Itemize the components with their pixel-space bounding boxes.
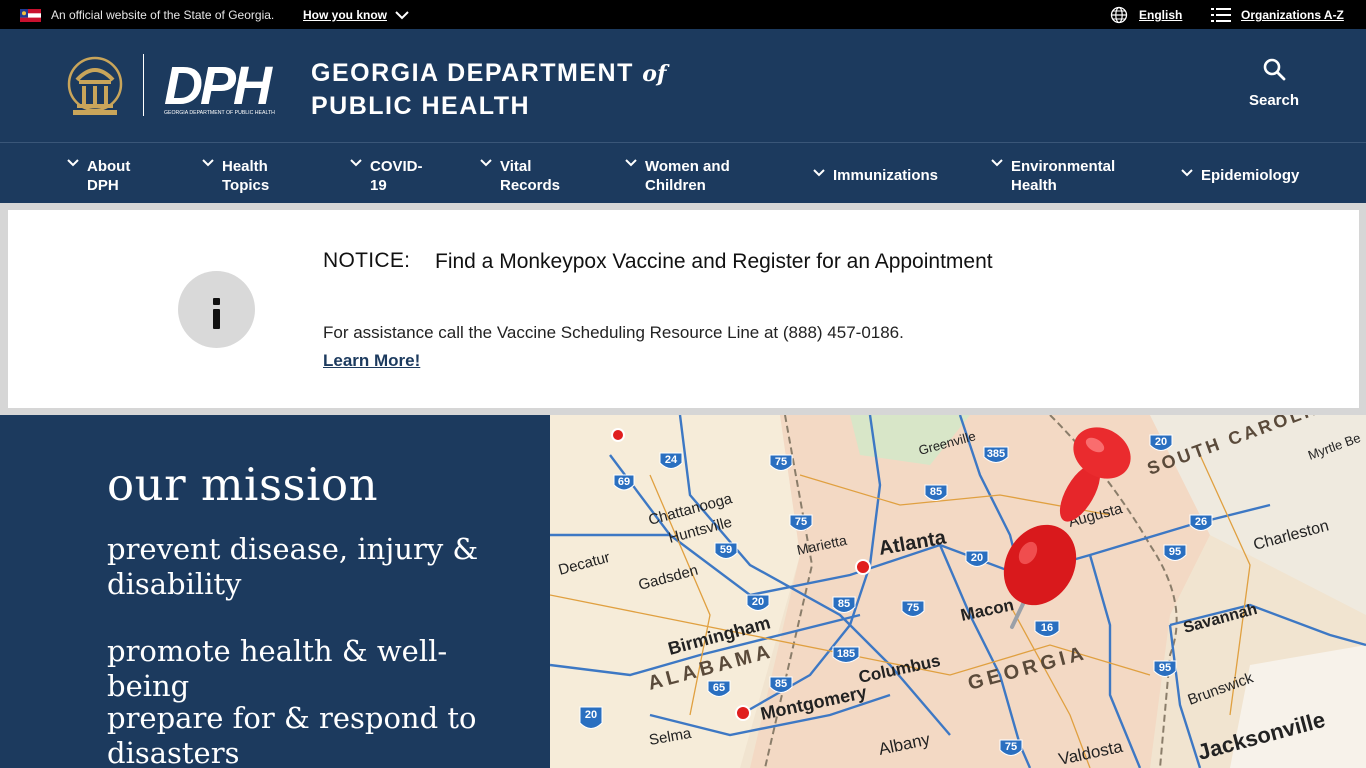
georgia-seal-logo[interactable] <box>67 54 123 116</box>
nav-label: Topics <box>222 177 270 194</box>
official-site-text: An official website of the State of Geor… <box>51 8 275 22</box>
title-line-2: PUBLIC HEALTH <box>311 92 531 120</box>
logo-divider <box>143 54 144 116</box>
site-header: DPH GEORGIA DEPARTMENT OF PUBLIC HEALTH … <box>0 29 1366 143</box>
nav-label: About <box>87 158 131 175</box>
globe-icon <box>1110 6 1128 24</box>
nav-about-dph[interactable]: About DPH <box>66 155 156 195</box>
language-selector[interactable]: English <box>1139 8 1182 22</box>
official-banner: An official website of the State of Geor… <box>0 0 1366 29</box>
svg-text:75: 75 <box>795 516 807 528</box>
svg-text:GEORGIA DEPARTMENT OF PUBLIC H: GEORGIA DEPARTMENT OF PUBLIC HEALTH <box>164 110 275 116</box>
mission-goal: promote health & well-being <box>107 634 448 703</box>
chevron-down-icon <box>350 159 362 167</box>
notice-title: Find a Monkeypox Vaccine and Register fo… <box>435 250 993 273</box>
svg-text:24: 24 <box>665 454 678 466</box>
mission-goal: prepare for & respond to disasters <box>107 701 477 768</box>
nav-vital-records[interactable]: Vital Records <box>479 155 579 195</box>
svg-text:69: 69 <box>618 476 630 488</box>
chevron-down-icon <box>813 169 825 177</box>
chevron-down-icon <box>991 159 1003 167</box>
learn-more-link[interactable]: Learn More! <box>323 351 420 371</box>
svg-text:185: 185 <box>837 648 855 660</box>
title-of: of <box>642 61 667 87</box>
chevron-down-icon <box>625 159 637 167</box>
nav-women-and-children[interactable]: Women and Children <box>624 155 754 195</box>
svg-text:85: 85 <box>775 678 787 690</box>
svg-text:75: 75 <box>775 456 787 468</box>
svg-text:16: 16 <box>1041 622 1053 634</box>
svg-text:DPH: DPH <box>164 56 273 116</box>
chevron-down-icon <box>202 159 214 167</box>
nav-immunizations[interactable]: Immunizations <box>812 165 952 187</box>
svg-text:85: 85 <box>930 486 942 498</box>
mission-heading: our mission <box>107 458 379 511</box>
mission-goal: prevent disease, injury & disability <box>107 532 479 601</box>
how-you-know-link[interactable]: How you know <box>303 8 387 22</box>
svg-text:95: 95 <box>1169 546 1181 558</box>
chevron-down-icon <box>1181 169 1193 177</box>
svg-text:75: 75 <box>1005 741 1017 753</box>
georgia-map-image: 69 24 75 59 75 20 85 75 20 85 16 185 65 … <box>550 415 1366 768</box>
list-icon <box>1211 8 1231 22</box>
nav-environmental-health[interactable]: Environmental Health <box>990 155 1130 195</box>
svg-text:385: 385 <box>987 448 1005 460</box>
nav-epidemiology[interactable]: Epidemiology <box>1180 165 1305 187</box>
svg-text:20: 20 <box>971 552 983 564</box>
map-illustration: 69 24 75 59 75 20 85 75 20 85 16 185 65 … <box>550 415 1366 768</box>
svg-text:26: 26 <box>1195 516 1207 528</box>
notice-banner: NOTICE: Find a Monkeypox Vaccine and Reg… <box>0 203 1366 415</box>
svg-text:75: 75 <box>907 602 919 614</box>
nav-label: Health <box>222 158 268 175</box>
department-title[interactable]: GEORGIA DEPARTMENT of PUBLIC HEALTH <box>311 57 666 122</box>
nav-label: Environmental <box>1011 158 1116 175</box>
georgia-flag-icon <box>20 9 41 22</box>
chevron-down-icon <box>480 159 492 167</box>
notice-label: NOTICE: <box>323 249 411 272</box>
svg-text:85: 85 <box>838 598 850 610</box>
nav-label: DPH <box>87 177 119 194</box>
search-button[interactable]: Search <box>1240 57 1308 119</box>
nav-label: Health <box>1011 177 1057 194</box>
nav-label: Children <box>645 177 706 194</box>
notice-text: For assistance call the Vaccine Scheduli… <box>323 323 904 342</box>
svg-text:95: 95 <box>1159 662 1171 674</box>
title-line-1: GEORGIA DEPARTMENT <box>311 59 634 87</box>
chevron-down-icon[interactable] <box>394 9 410 21</box>
svg-text:20: 20 <box>752 596 764 608</box>
organizations-az-link[interactable]: Organizations A-Z <box>1241 8 1344 22</box>
nav-label: Epidemiology <box>1201 167 1300 184</box>
svg-text:59: 59 <box>720 544 732 556</box>
info-icon <box>178 271 255 348</box>
svg-text:20: 20 <box>1155 436 1167 448</box>
dph-logo[interactable]: DPH GEORGIA DEPARTMENT OF PUBLIC HEALTH <box>162 54 292 116</box>
mission-section: our mission prevent disease, injury & di… <box>0 415 550 768</box>
search-icon <box>1263 58 1286 81</box>
nav-label: Immunizations <box>833 167 939 184</box>
nav-health-topics[interactable]: Health Topics <box>201 155 301 195</box>
nav-label: Records <box>500 177 561 194</box>
nav-label: Women and <box>645 158 730 175</box>
chevron-down-icon <box>67 159 79 167</box>
nav-covid-19[interactable]: COVID- 19 <box>349 155 439 195</box>
search-label: Search <box>1248 92 1300 109</box>
nav-label: COVID- <box>370 158 423 175</box>
nav-label: 19 <box>370 177 387 194</box>
main-nav: About DPH Health Topics COVID- 19 Vital … <box>0 143 1366 203</box>
nav-label: Vital <box>500 158 532 175</box>
svg-text:20: 20 <box>585 709 597 721</box>
svg-text:65: 65 <box>713 682 725 694</box>
notice-card: NOTICE: Find a Monkeypox Vaccine and Reg… <box>8 210 1359 408</box>
